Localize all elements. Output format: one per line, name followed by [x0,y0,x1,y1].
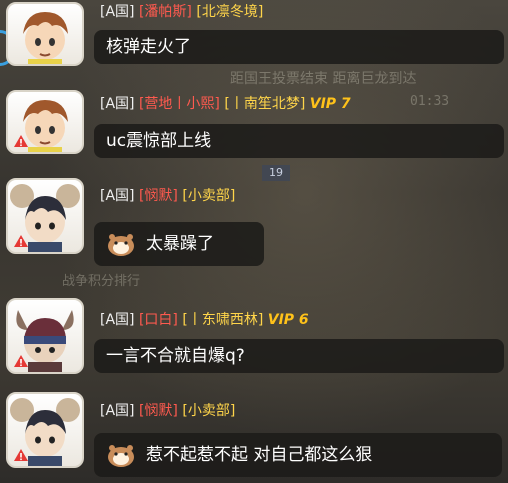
vip-badge: VIP 6 [267,312,309,328]
message-text: uc震惊部上线 [106,131,212,151]
alliance-tag[interactable]: [悯默] [139,188,178,204]
background-timer-label: 距国王投票结束 距离巨龙到达 [230,71,417,87]
nation-tag: [A国] [100,403,135,419]
avatar[interactable] [6,2,84,66]
hamster-sticker-icon [108,234,134,256]
alliance-tag[interactable]: [悯默] [139,403,178,419]
warning-icon [14,235,28,247]
nation-tag: [A国] [100,188,135,204]
message-header: [A国] [营地丨小熙] [丨南笙北梦] VIP 7 [100,95,351,113]
avatar[interactable] [6,90,84,154]
message-text: 太暴躁了 [146,234,214,254]
alliance-tag[interactable]: [营地丨小熙] [139,96,220,112]
alliance-tag[interactable]: [口白] [139,312,178,328]
background-timer-value: 01:33 [410,94,450,109]
message-header: [A国] [悯默] [小卖部] [100,187,235,205]
background-ranking-label: 战争积分排行 [62,274,141,289]
message-header: [A国] [悯默] [小卖部] [100,402,235,420]
warning-icon [14,449,28,461]
message-bubble[interactable]: 核弹走火了 [94,30,504,64]
alliance-tag[interactable]: [潘帕斯] [139,4,192,20]
avatar[interactable] [6,392,84,468]
vip-badge: VIP 7 [309,96,351,112]
player-name[interactable]: [丨南笙北梦] [224,96,305,112]
message-bubble[interactable]: 一言不合就自爆q? [94,339,504,373]
message-text: 一言不合就自爆q? [106,346,245,366]
message-text: 惹不起惹不起 对自己都这么狠 [146,445,373,465]
message-text: 核弹走火了 [106,37,191,57]
warning-icon [14,355,28,367]
avatar[interactable] [6,298,84,374]
player-name[interactable]: [丨东啸西林] [182,312,263,328]
player-name[interactable]: [北凛冬境] [196,4,263,20]
message-header: [A国] [潘帕斯] [北凛冬境] [100,3,263,21]
player-name[interactable]: [小卖部] [182,403,235,419]
nation-tag: [A国] [100,4,135,20]
warning-icon [14,135,28,147]
message-bubble[interactable]: 太暴躁了 [94,222,264,266]
avatar[interactable] [6,178,84,254]
message-bubble[interactable]: uc震惊部上线 [94,124,504,158]
hamster-sticker-icon [108,445,134,467]
nation-tag: [A国] [100,96,135,112]
nation-tag: [A国] [100,312,135,328]
message-header: [A国] [口白] [丨东啸西林] VIP 6 [100,311,309,329]
message-bubble[interactable]: 惹不起惹不起 对自己都这么狠 [94,433,502,477]
brown-hair-boy-icon [23,12,68,64]
player-name[interactable]: [小卖部] [182,188,235,204]
background-badge: 19 [262,165,290,181]
